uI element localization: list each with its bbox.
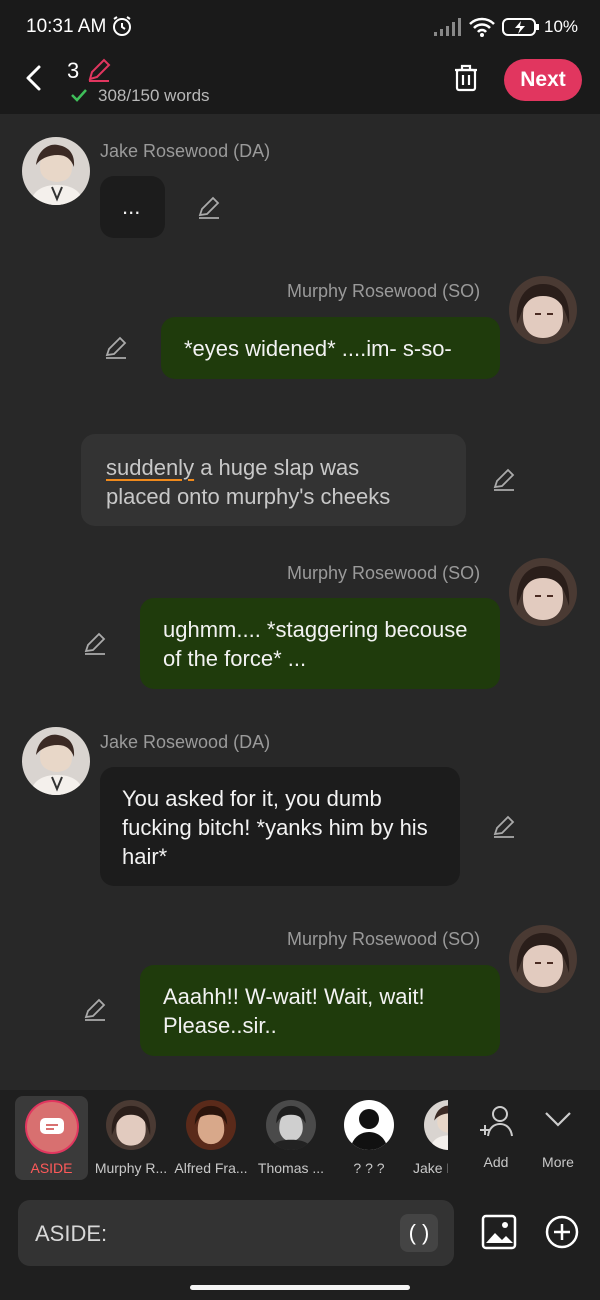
edit-icon[interactable] xyxy=(196,195,222,221)
wifi-icon xyxy=(468,16,496,43)
narration-bubble[interactable]: suddenly a huge slap was placed onto mur… xyxy=(81,434,466,526)
image-icon[interactable] xyxy=(481,1214,517,1255)
character-label: Jake R xyxy=(413,1160,448,1176)
message-input[interactable]: ASIDE: ( ) xyxy=(18,1200,454,1266)
battery-icon xyxy=(502,17,540,42)
back-icon[interactable] xyxy=(22,64,46,97)
edit-icon[interactable] xyxy=(82,631,108,657)
message-bubble[interactable]: ... xyxy=(100,176,165,238)
character-label: Alfred Fra... xyxy=(174,1160,248,1176)
input-prefix: ASIDE: xyxy=(35,1221,108,1246)
message-speaker: Jake Rosewood (DA) xyxy=(100,141,271,161)
message-speaker: Murphy Rosewood (SO) xyxy=(287,929,481,949)
edit-icon[interactable] xyxy=(491,467,517,493)
avatar-thomas xyxy=(266,1100,316,1150)
character-alfred[interactable]: Alfred Fra... xyxy=(172,1096,250,1180)
more-button[interactable]: More xyxy=(532,1100,584,1176)
status-time: 10:31 AM xyxy=(26,16,107,37)
signal-icon xyxy=(434,18,462,41)
message-bubble[interactable]: ughmm.... *staggering becouse of the for… xyxy=(140,598,500,689)
message-bubble[interactable]: *eyes widened* ....im- s-so- xyxy=(161,317,500,379)
avatar-jake[interactable] xyxy=(22,727,90,795)
avatar-placeholder xyxy=(344,1100,394,1150)
character-unknown[interactable]: ? ? ? xyxy=(330,1096,408,1180)
avatar-murphy[interactable] xyxy=(509,925,577,993)
battery-percent: 10% xyxy=(544,17,579,36)
chapter-count: 3 xyxy=(67,58,80,83)
more-label: More xyxy=(542,1154,574,1170)
avatar-murphy[interactable] xyxy=(509,276,577,344)
character-label: Thomas ... xyxy=(257,1160,325,1176)
character-label: ? ? ? xyxy=(353,1160,385,1176)
avatar-alfred xyxy=(186,1100,236,1150)
avatar-murphy xyxy=(106,1100,156,1150)
trash-icon[interactable] xyxy=(452,63,480,98)
next-button[interactable]: Next xyxy=(504,59,582,101)
chat-bubble-icon xyxy=(39,1117,65,1142)
message-speaker: Murphy Rosewood (SO) xyxy=(287,281,481,301)
avatar-jake[interactable] xyxy=(22,137,90,205)
character-jake[interactable]: Jake R xyxy=(410,1096,448,1180)
home-indicator xyxy=(190,1285,410,1290)
edit-icon[interactable] xyxy=(491,814,517,840)
character-thomas[interactable]: Thomas ... xyxy=(252,1096,330,1180)
edit-icon[interactable] xyxy=(82,997,108,1023)
check-icon xyxy=(70,87,88,108)
add-person-icon xyxy=(478,1104,514,1143)
message-bubble[interactable]: Aaahh!! W-wait! Wait, wait! Please..sir.… xyxy=(140,965,500,1056)
character-aside[interactable]: ASIDE xyxy=(15,1096,88,1180)
add-label: Add xyxy=(483,1154,509,1170)
narration-text: placed onto murphy's cheeks xyxy=(106,484,391,509)
character-murphy[interactable]: Murphy R... xyxy=(92,1096,170,1180)
narration-text: a huge slap was xyxy=(194,455,360,480)
edit-icon[interactable] xyxy=(103,335,129,361)
add-icon[interactable] xyxy=(545,1215,579,1254)
word-counter: 308/150 words xyxy=(98,86,210,105)
avatar-jake xyxy=(424,1100,448,1150)
parenthesis-button[interactable]: ( ) xyxy=(400,1214,438,1252)
chevron-down-icon xyxy=(544,1110,572,1133)
add-character-button[interactable]: Add xyxy=(470,1100,522,1176)
message-speaker: Murphy Rosewood (SO) xyxy=(287,563,481,583)
aside-avatar xyxy=(25,1100,79,1154)
pencil-icon[interactable] xyxy=(85,56,113,89)
character-label: Murphy R... xyxy=(94,1160,168,1176)
alarm-icon xyxy=(110,14,134,43)
narration-highlight: suddenly xyxy=(106,455,195,480)
character-label: ASIDE xyxy=(30,1160,73,1176)
message-speaker: Jake Rosewood (DA) xyxy=(100,732,271,752)
avatar-murphy[interactable] xyxy=(509,558,577,626)
message-bubble[interactable]: You asked for it, you dumb fucking bitch… xyxy=(100,767,460,886)
